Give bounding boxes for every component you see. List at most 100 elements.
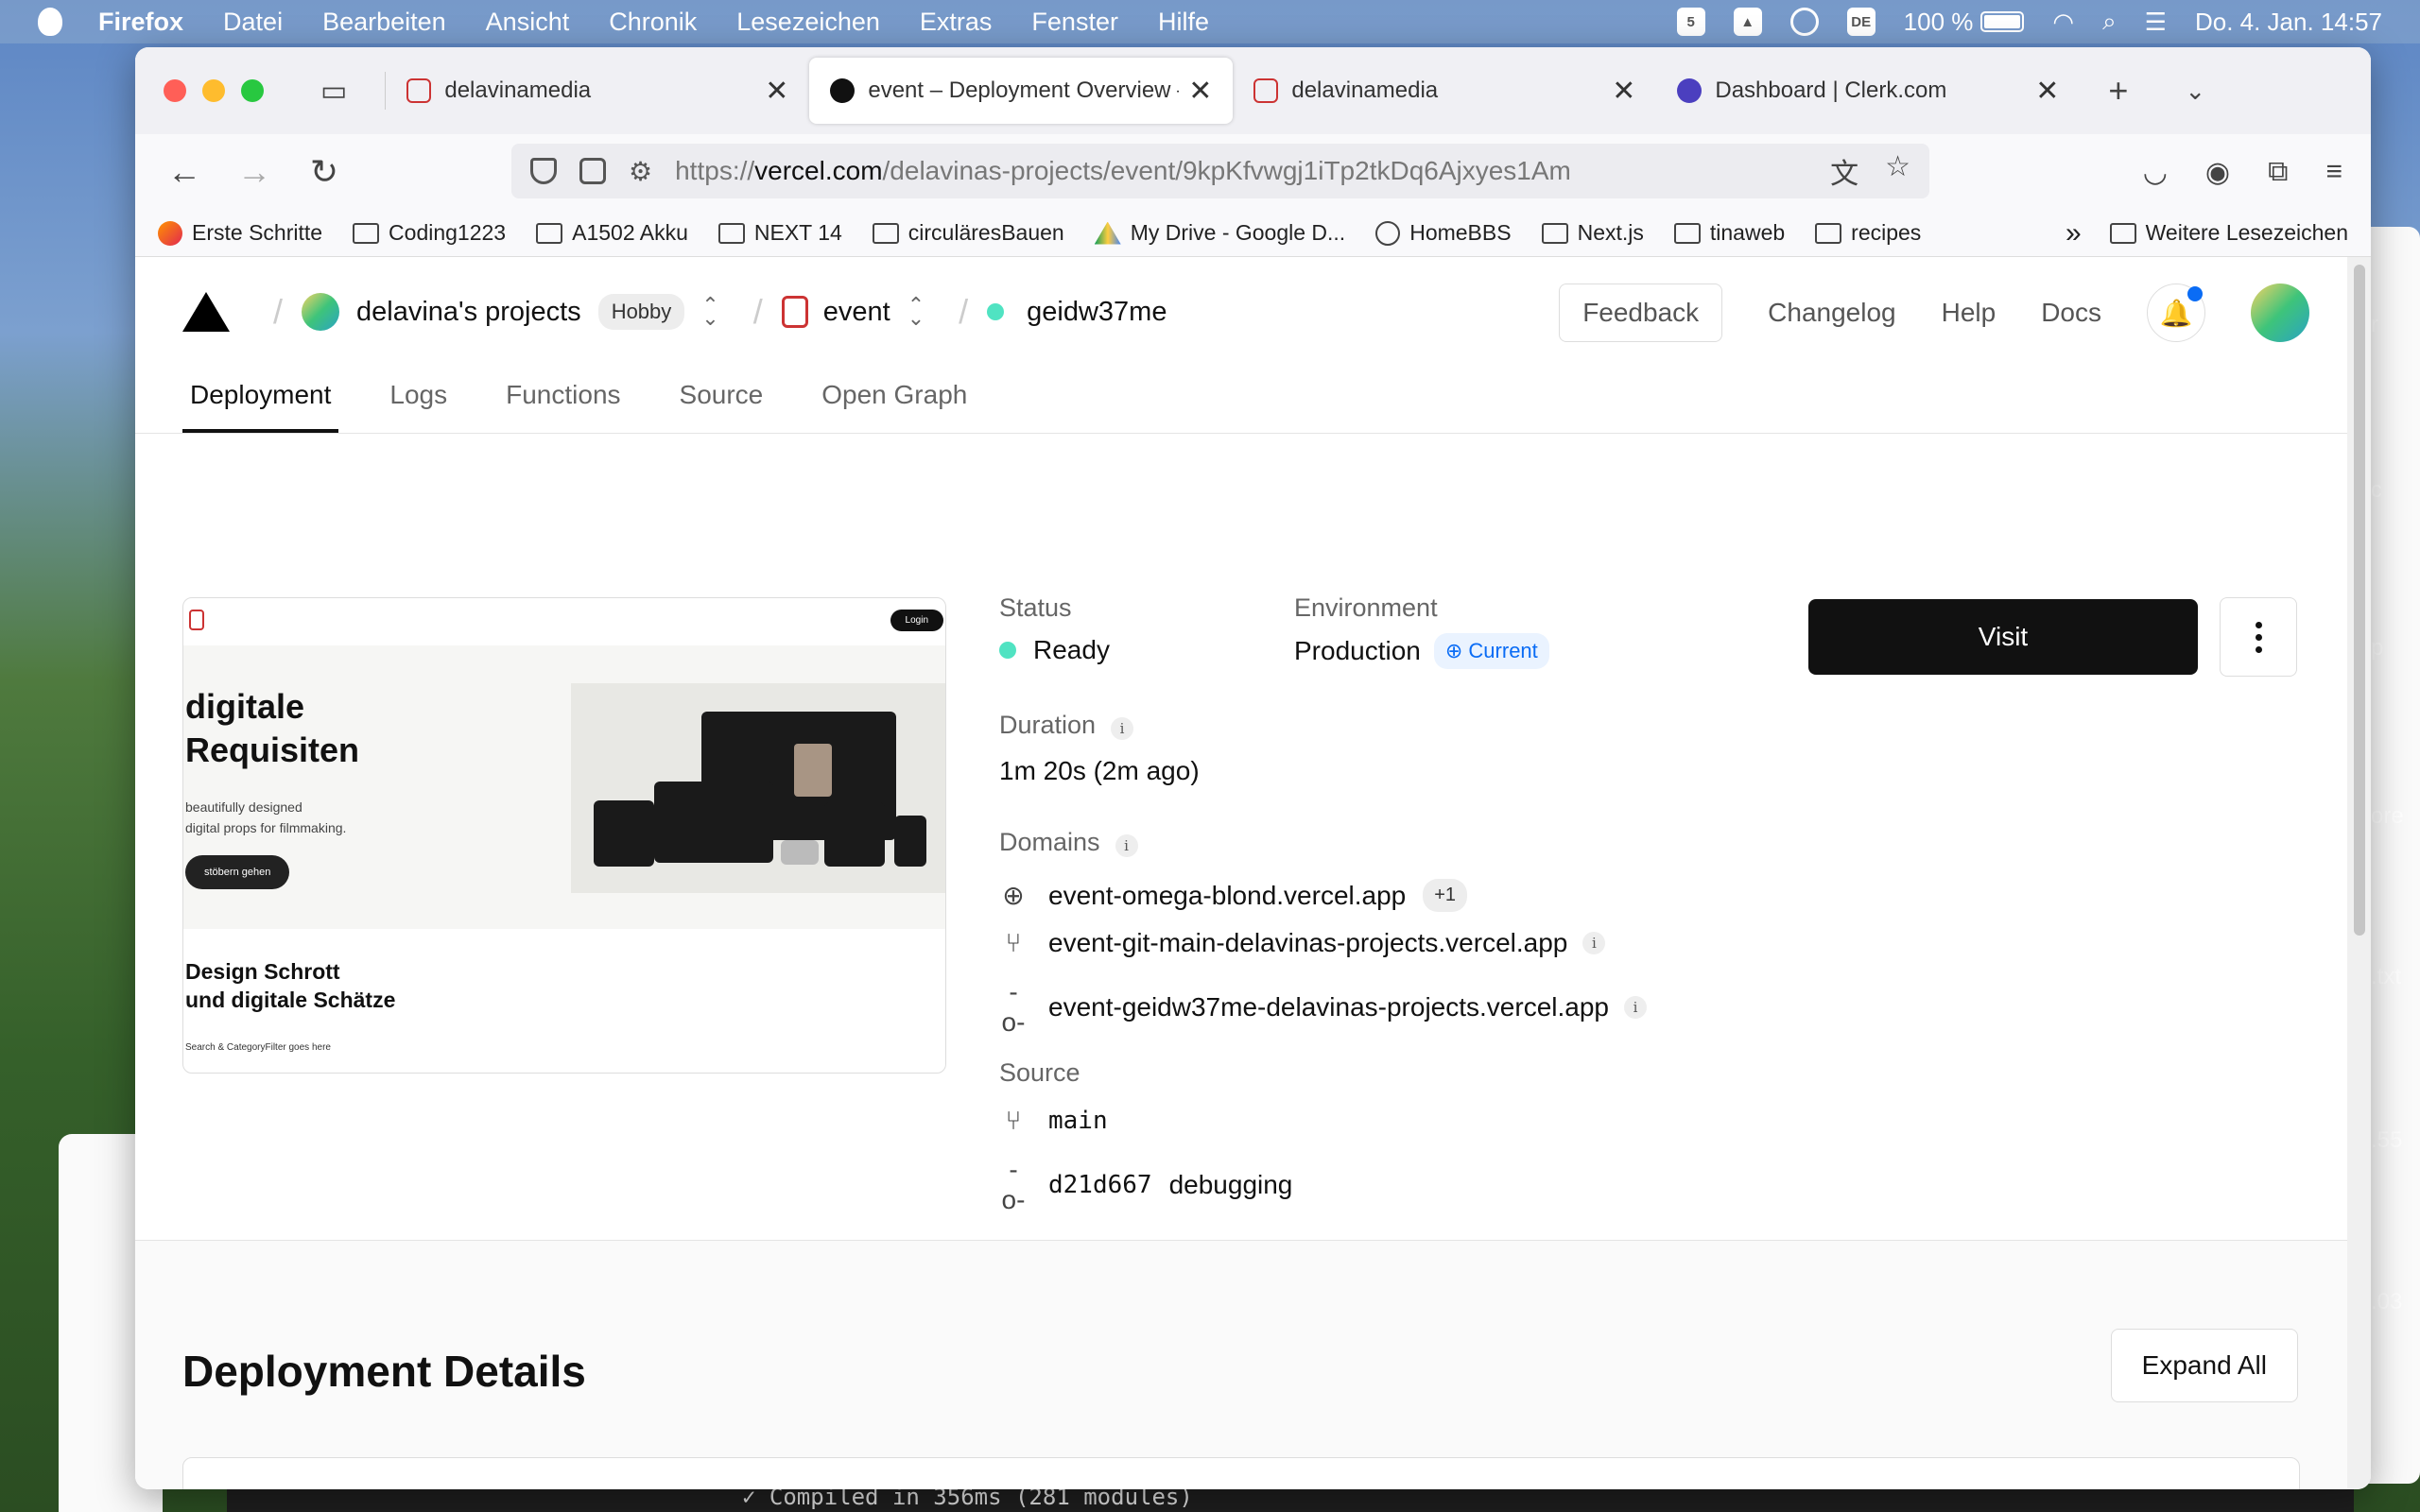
tab-title: delavinamedia	[444, 77, 592, 103]
translate-icon[interactable]: 文	[1830, 150, 1858, 192]
tab-functions[interactable]: Functions	[498, 367, 628, 433]
deployment-id[interactable]: geidw37me	[1027, 297, 1167, 328]
more-options-icon[interactable]	[2220, 597, 2297, 677]
project-switcher-icon[interactable]: ⌃ ⌄	[908, 295, 925, 329]
account-icon[interactable]: ◉	[2205, 156, 2230, 189]
tab-overview-icon[interactable]: ▭	[320, 75, 347, 108]
forward-icon[interactable]: →	[233, 152, 275, 192]
close-tab-icon[interactable]: ✕	[1612, 75, 1635, 108]
reload-icon[interactable]: ↻	[303, 152, 345, 192]
menu-bearbeiten[interactable]: Bearbeiten	[322, 8, 446, 37]
user-avatar[interactable]	[2251, 284, 2309, 342]
lock-icon[interactable]	[579, 158, 606, 184]
tab-delavinamedia-2[interactable]: delavinamedia ✕	[1233, 58, 1656, 124]
zoom-window-button[interactable]	[241, 79, 264, 102]
bookmark-folder[interactable]: Next.js	[1541, 220, 1644, 246]
feedback-button[interactable]: Feedback	[1559, 284, 1723, 342]
notifications-bell-icon[interactable]: 🔔	[2147, 284, 2205, 342]
status-label: Status	[999, 593, 1072, 622]
close-tab-icon[interactable]: ✕	[1188, 75, 1212, 108]
drive-status-icon[interactable]: ▲	[1733, 8, 1762, 36]
tab-open-graph[interactable]: Open Graph	[814, 367, 975, 433]
help-link[interactable]: Help	[1942, 298, 1996, 328]
tab-logs[interactable]: Logs	[382, 367, 455, 433]
apple-icon[interactable]	[38, 8, 62, 36]
url-bar[interactable]: ⚙ https://vercel.com/delavinas-projects/…	[511, 144, 1929, 198]
tab-delavinamedia-1[interactable]: delavinamedia ✕	[386, 58, 809, 124]
minimize-window-button[interactable]	[202, 79, 225, 102]
tab-source[interactable]: Source	[672, 367, 771, 433]
deployment-status-dot	[987, 303, 1005, 320]
visit-button[interactable]: Visit	[1808, 599, 2198, 675]
bookmark-homebbs[interactable]: HomeBBS	[1375, 220, 1512, 246]
deployment-preview[interactable]: Login digitale Requisiten beautifully des…	[182, 597, 946, 1074]
notification-dot	[2187, 286, 2203, 301]
battery-status[interactable]: 100 %	[1904, 8, 2025, 37]
bookmark-erste-schritte[interactable]: Erste Schritte	[158, 220, 322, 246]
info-icon[interactable]: i	[1115, 834, 1138, 857]
control-center-icon[interactable]: ☰	[2145, 8, 2167, 37]
bookmark-google-drive[interactable]: My Drive - Google D...	[1094, 220, 1345, 246]
domain-link[interactable]: event-omega-blond.vercel.app	[1048, 881, 1406, 911]
menu-chronik[interactable]: Chronik	[609, 8, 697, 37]
info-icon[interactable]: i	[1623, 996, 1647, 1019]
bookmark-folder[interactable]: recipes	[1815, 220, 1921, 246]
domain-link[interactable]: event-geidw37me-delavinas-projects.verce…	[1048, 992, 1609, 1022]
more-domains-badge[interactable]: +1	[1423, 879, 1468, 912]
play-icon[interactable]	[1789, 8, 1819, 36]
menu-hilfe[interactable]: Hilfe	[1158, 8, 1209, 37]
info-icon[interactable]: i	[1111, 717, 1134, 740]
project-name[interactable]: event	[823, 297, 890, 328]
preview-devices-image	[571, 683, 945, 893]
menu-fenster[interactable]: Fenster	[1031, 8, 1118, 37]
permissions-icon[interactable]: ⚙	[629, 156, 652, 187]
close-tab-icon[interactable]: ✕	[765, 75, 788, 108]
docs-link[interactable]: Docs	[2041, 298, 2101, 328]
changelog-link[interactable]: Changelog	[1768, 298, 1895, 328]
pocket-icon[interactable]: ◡	[2143, 156, 2168, 189]
wifi-icon[interactable]: ◠	[2052, 8, 2074, 37]
page-scrollbar[interactable]	[2347, 257, 2371, 1489]
tab-vercel-event[interactable]: event – Deployment Overview – ✕	[809, 58, 1234, 124]
menu-app[interactable]: Firefox	[98, 8, 183, 37]
menu-datei[interactable]: Datei	[223, 8, 283, 37]
spotlight-icon[interactable]: ⌕	[2102, 7, 2117, 37]
expand-all-button[interactable]: Expand All	[2110, 1329, 2298, 1402]
branch-name[interactable]: main	[1048, 1107, 1108, 1135]
back-icon[interactable]: ←	[164, 152, 205, 192]
bookmarks-overflow-icon[interactable]: »	[2066, 217, 2082, 249]
bookmark-star-icon[interactable]: ☆	[1885, 150, 1910, 192]
vercel-logo-icon[interactable]	[182, 292, 230, 332]
bg-fragment: r	[2371, 312, 2378, 337]
git-commit-icon: -o-	[1001, 977, 1026, 1037]
menu-ansicht[interactable]: Ansicht	[486, 8, 570, 37]
team-name[interactable]: delavina's projects	[356, 297, 581, 328]
new-tab-icon[interactable]: +	[2108, 71, 2128, 111]
html5-icon[interactable]: 5	[1676, 8, 1705, 36]
bookmark-folder[interactable]: A1502 Akku	[536, 220, 688, 246]
clock[interactable]: Do. 4. Jan. 14:57	[2195, 8, 2382, 37]
team-switcher-icon[interactable]: ⌃ ⌄	[701, 295, 718, 329]
close-tab-icon[interactable]: ✕	[2035, 75, 2059, 108]
other-bookmarks[interactable]: Weitere Lesezeichen	[2109, 220, 2348, 246]
hamburger-menu-icon[interactable]: ≡	[2325, 156, 2342, 189]
close-window-button[interactable]	[164, 79, 186, 102]
domain-link[interactable]: event-git-main-delavinas-projects.vercel…	[1048, 928, 1567, 958]
tab-list-chevron-icon[interactable]: ⌄	[2185, 77, 2205, 106]
info-icon[interactable]: i	[1582, 932, 1606, 954]
tab-clerk-dashboard[interactable]: Dashboard | Clerk.com ✕	[1656, 58, 2080, 124]
tracking-shield-icon[interactable]	[530, 158, 557, 184]
tab-deployment[interactable]: Deployment	[182, 367, 339, 433]
bookmark-folder[interactable]: circuläresBauen	[872, 220, 1064, 246]
menu-extras[interactable]: Extras	[920, 8, 993, 37]
commit-hash[interactable]: d21d667	[1048, 1171, 1152, 1199]
bookmark-folder[interactable]: Coding1223	[353, 220, 506, 246]
input-source-icon[interactable]: DE	[1846, 8, 1876, 36]
bookmark-folder[interactable]: NEXT 14	[717, 220, 842, 246]
tab-title: event – Deployment Overview –	[868, 77, 1180, 103]
extensions-icon[interactable]: ⧉	[2268, 156, 2288, 189]
bookmark-folder[interactable]: tinaweb	[1673, 220, 1785, 246]
details-card[interactable]	[182, 1457, 2300, 1489]
menu-lesezeichen[interactable]: Lesezeichen	[736, 8, 880, 37]
commit-message[interactable]: debugging	[1169, 1170, 1293, 1200]
